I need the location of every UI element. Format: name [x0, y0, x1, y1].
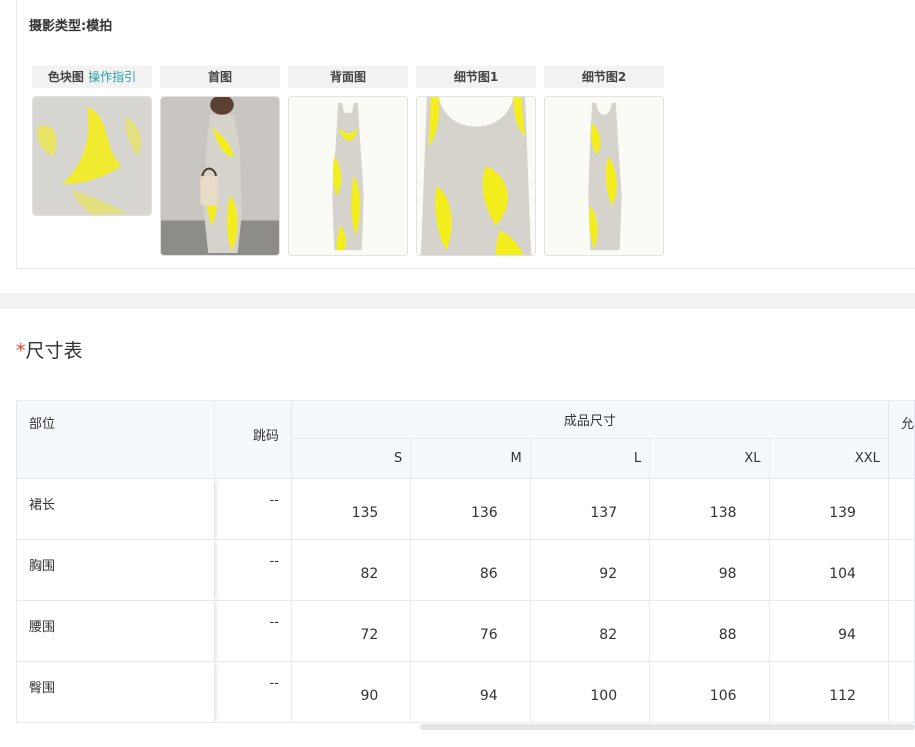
- guide-link[interactable]: 操作指引: [88, 70, 136, 84]
- image-header: 背面图: [288, 66, 408, 88]
- section-divider: [0, 293, 915, 309]
- header-part: 部位: [15, 400, 216, 479]
- row-skip-value[interactable]: --: [214, 600, 292, 662]
- size-value-cell[interactable]: 137: [529, 478, 651, 540]
- row-skip-value[interactable]: --: [214, 661, 292, 723]
- extra-cell: [887, 661, 915, 723]
- image-header: 首图: [160, 66, 280, 88]
- size-value-cell[interactable]: 92: [529, 539, 651, 601]
- row-part-label: 臀围: [15, 661, 216, 723]
- size-value-cell[interactable]: 98: [649, 539, 770, 601]
- size-value-cell[interactable]: 106: [649, 661, 770, 723]
- extra-cell: [887, 478, 915, 540]
- image-column-back: 背面图: [288, 66, 408, 256]
- size-value-cell[interactable]: 112: [768, 661, 889, 723]
- image-header-label: 色块图: [47, 70, 84, 84]
- extra-cell: [887, 600, 915, 662]
- photo-type-label: 摄影类型:模拍: [29, 19, 113, 34]
- row-part-label: 胸围: [15, 539, 216, 601]
- size-value-cell[interactable]: 72: [290, 600, 412, 662]
- back-photo-image[interactable]: [288, 96, 408, 256]
- header-size-xxl: XXL: [768, 438, 889, 479]
- size-table-title: *尺寸表: [16, 336, 83, 363]
- size-value-cell[interactable]: 94: [410, 661, 531, 723]
- detail-photo-image[interactable]: [416, 96, 536, 256]
- header-extra: 允: [887, 400, 915, 479]
- size-value-cell[interactable]: 94: [768, 600, 889, 662]
- table-row: 胸围 -- 82 86 92 98 104: [15, 539, 915, 601]
- image-header-label: 背面图: [329, 70, 366, 84]
- image-header-label: 细节图1: [453, 70, 499, 84]
- extra-cell: [887, 539, 915, 601]
- color-swatch-image[interactable]: [32, 96, 152, 216]
- image-column-detail-2: 细节图2: [544, 66, 664, 256]
- main-photo-image[interactable]: [160, 96, 280, 256]
- image-header-label: 首图: [207, 70, 232, 84]
- size-value-cell[interactable]: 135: [290, 478, 412, 540]
- size-value-cell[interactable]: 88: [649, 600, 770, 662]
- size-value-cell[interactable]: 82: [290, 539, 412, 601]
- header-size-l: L: [529, 438, 651, 479]
- image-header: 细节图2: [544, 66, 664, 88]
- horizontal-scrollbar[interactable]: [420, 724, 915, 730]
- header-size-s: S: [290, 438, 412, 479]
- row-part-label: 裙长: [15, 478, 216, 540]
- image-column-main: 首图: [160, 66, 280, 256]
- detail-photo-image[interactable]: [544, 96, 664, 256]
- size-value-cell[interactable]: 139: [768, 478, 889, 540]
- header-skip: 跳码: [214, 400, 292, 479]
- size-value-cell[interactable]: 76: [410, 600, 531, 662]
- size-value-cell[interactable]: 136: [410, 478, 531, 540]
- size-table-title-text: 尺寸表: [25, 340, 83, 362]
- table-row: 裙长 -- 135 136 137 138 139: [15, 478, 915, 540]
- size-value-cell[interactable]: 86: [410, 539, 531, 601]
- image-header: 细节图1: [416, 66, 536, 88]
- image-column-detail-1: 细节图1: [416, 66, 536, 256]
- table-row: 臀围 -- 90 94 100 106 112: [15, 661, 915, 723]
- image-header-label: 细节图2: [581, 70, 627, 84]
- image-header: 色块图 操作指引: [32, 66, 152, 88]
- table-row: 腰围 -- 72 76 82 88 94: [15, 600, 915, 662]
- header-finished-size: 成品尺寸: [290, 400, 889, 439]
- header-size-m: M: [410, 438, 531, 479]
- size-value-cell[interactable]: 90: [290, 661, 412, 723]
- required-mark: *: [16, 340, 26, 362]
- size-value-cell[interactable]: 82: [529, 600, 651, 662]
- image-column-swatch: 色块图 操作指引: [32, 66, 152, 216]
- size-value-cell[interactable]: 100: [529, 661, 651, 723]
- size-value-cell[interactable]: 138: [649, 478, 770, 540]
- header-size-xl: XL: [649, 438, 770, 479]
- size-table: 部位 跳码 成品尺寸 允 S M L XL XXL 裙长 -- 135 136 …: [15, 400, 915, 723]
- size-value-cell[interactable]: 104: [768, 539, 889, 601]
- row-skip-value[interactable]: --: [214, 539, 292, 601]
- row-skip-value[interactable]: --: [214, 478, 292, 540]
- row-part-label: 腰围: [15, 600, 216, 662]
